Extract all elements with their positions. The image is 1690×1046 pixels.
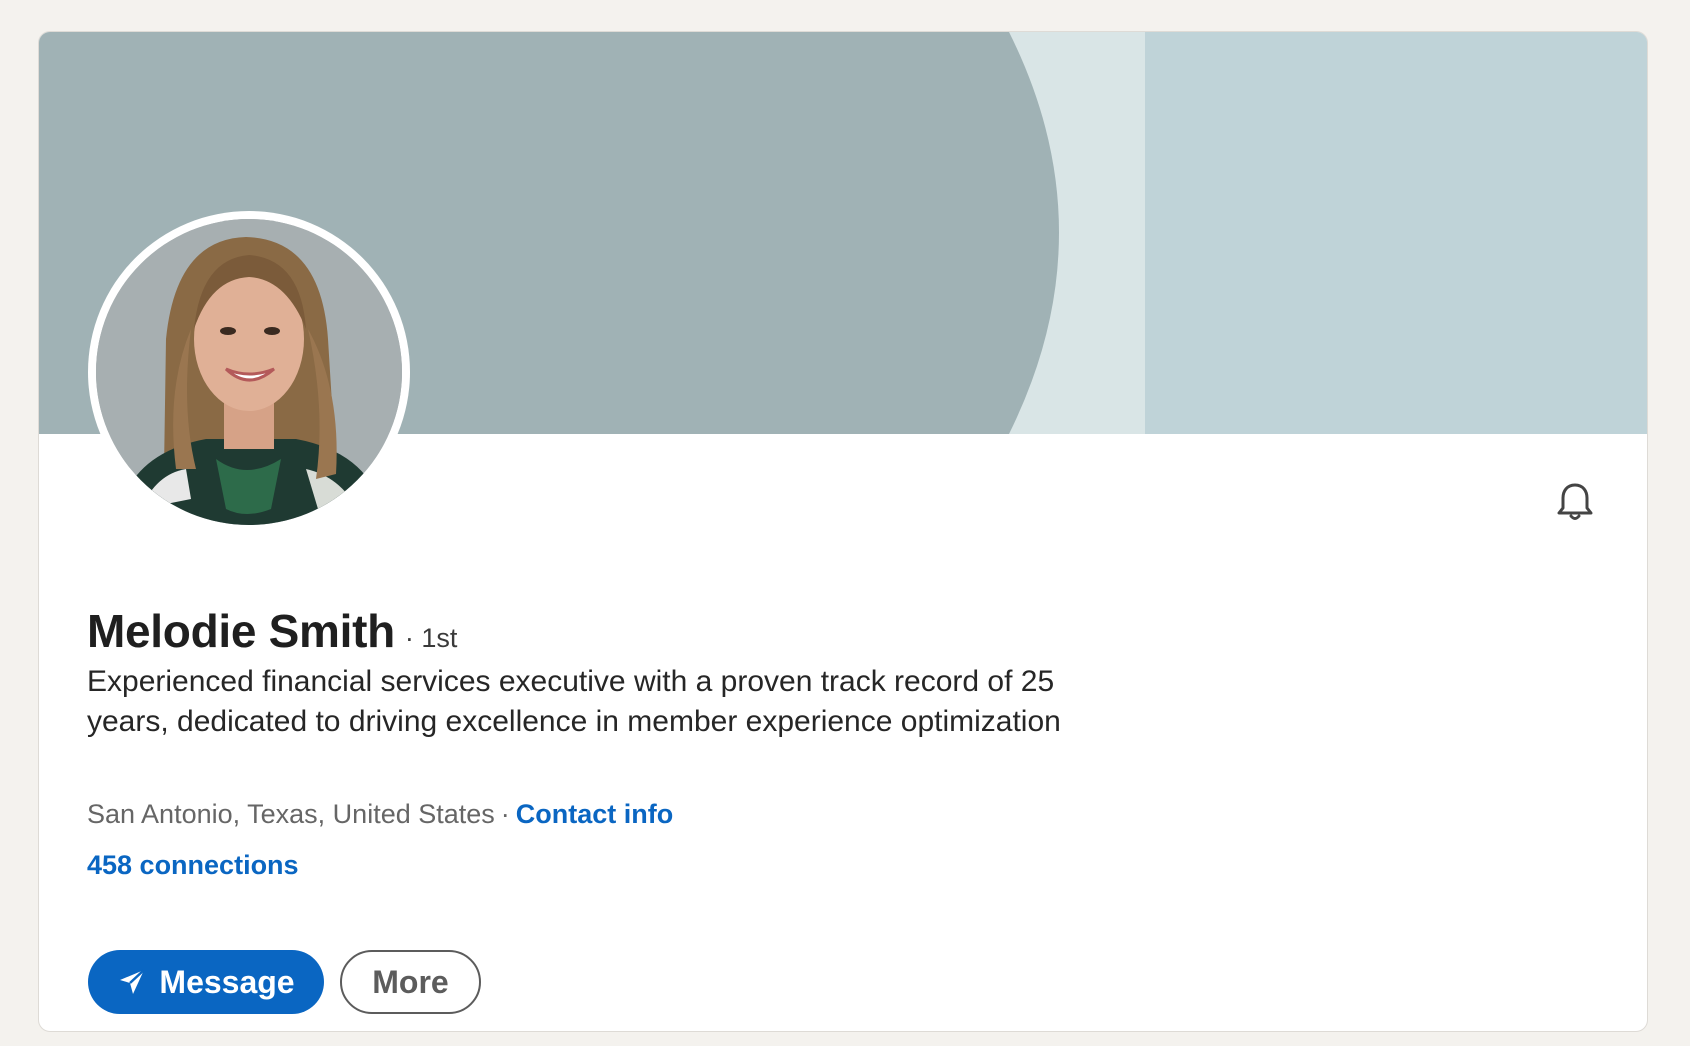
more-button[interactable]: More	[340, 950, 481, 1014]
connections-link[interactable]: 458 connections	[87, 850, 299, 881]
profile-headline: Experienced financial services executive…	[87, 665, 1061, 738]
send-icon	[120, 969, 146, 994]
message-button-label: Message	[159, 963, 295, 1000]
location-separator: ·	[500, 799, 510, 829]
profile-name: Melodie Smith	[87, 605, 395, 657]
bell-icon	[1557, 483, 1593, 520]
profile-photo-image	[96, 219, 402, 525]
location-row: San Antonio, Texas, United States · Contac…	[87, 799, 673, 830]
profile-location: San Antonio, Texas, United States	[87, 799, 495, 829]
more-button-label: More	[372, 963, 449, 1000]
contact-info-link[interactable]: Contact info	[516, 799, 673, 829]
profile-photo[interactable]	[88, 211, 410, 533]
notifications-bell-button[interactable]	[1552, 479, 1598, 525]
profile-card: Melodie Smith · 1st Experienced financia…	[38, 31, 1648, 1032]
profile-name-row: Melodie Smith · 1st	[87, 604, 457, 658]
connection-degree: · 1st	[404, 623, 458, 653]
message-button[interactable]: Message	[88, 950, 324, 1014]
